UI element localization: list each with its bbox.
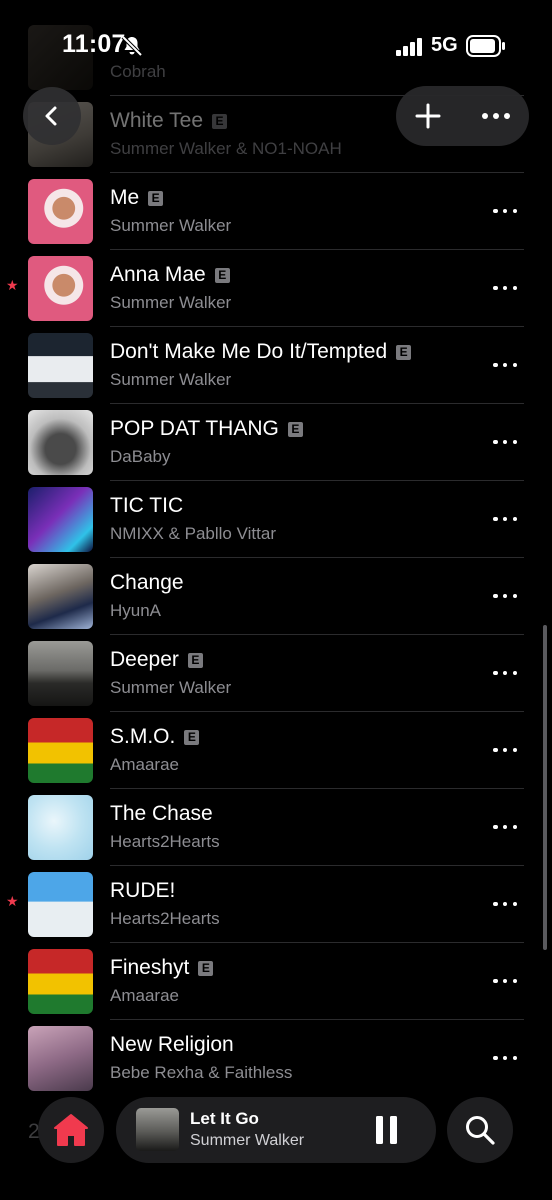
search-button[interactable] [447, 1097, 513, 1163]
album-art [28, 949, 93, 1014]
song-more-button[interactable] [493, 817, 517, 837]
ellipsis-icon [482, 113, 510, 119]
song-row[interactable]: The Chase Hearts2Hearts [0, 789, 552, 866]
battery-icon [466, 35, 505, 57]
cellular-signal-icon [396, 38, 424, 56]
song-more-button[interactable] [493, 432, 517, 452]
song-artist: Summer Walker [110, 216, 232, 235]
explicit-badge: E [148, 190, 164, 206]
song-title: RUDE! [110, 879, 176, 902]
now-playing-artist: Summer Walker [190, 1132, 305, 1149]
song-more-button[interactable] [493, 894, 517, 914]
song-title: Me [110, 186, 140, 209]
song-artist: HyunA [110, 601, 162, 620]
favorite-star-icon: ★ [6, 277, 19, 293]
chevron-left-icon [45, 106, 57, 126]
song-artist: DaBaby [110, 447, 171, 466]
song-more-button[interactable] [493, 663, 517, 683]
song-title: TIC TIC [110, 494, 184, 517]
header-action-pill [396, 86, 529, 146]
song-title: S.M.O. [110, 725, 176, 748]
song-row[interactable]: Change HyunA [0, 558, 552, 635]
song-row[interactable]: ★ Anna Mae E Summer Walker [0, 250, 552, 327]
song-row[interactable]: ★ RUDE! Hearts2Hearts [0, 866, 552, 943]
album-art [28, 564, 93, 629]
pause-button[interactable] [376, 1116, 398, 1144]
network-type: 5G [431, 34, 458, 56]
album-art [28, 333, 93, 398]
mini-player[interactable]: Let It Go Summer Walker [116, 1097, 436, 1163]
explicit-badge: E [212, 113, 227, 129]
add-button[interactable] [408, 96, 448, 136]
song-title: Don't Make Me Do It/Tempted [110, 340, 388, 363]
song-row[interactable]: POP DAT THANG E DaBaby [0, 404, 552, 481]
song-artist: Hearts2Hearts [110, 832, 220, 851]
album-art [28, 795, 93, 860]
song-title: Fineshyt [110, 956, 190, 979]
song-more-button[interactable] [493, 355, 517, 375]
song-artist: Summer Walker & NO1-NOAH [110, 139, 342, 158]
song-artist: Bebe Rexha & Faithless [110, 1063, 293, 1082]
song-more-button[interactable] [493, 201, 517, 221]
home-button[interactable] [38, 1097, 104, 1163]
now-playing-title: Let It Go [190, 1109, 259, 1128]
favorite-star-icon: ★ [6, 893, 19, 909]
song-more-button[interactable] [493, 971, 517, 991]
song-title: The Chase [110, 802, 213, 825]
back-button[interactable] [23, 87, 81, 145]
song-artist: Summer Walker [110, 370, 232, 389]
song-row[interactable]: Don't Make Me Do It/Tempted E Summer Walk… [0, 327, 552, 404]
explicit-badge: E [287, 421, 303, 437]
explicit-badge: E [214, 267, 230, 283]
explicit-badge: E [184, 729, 200, 745]
song-more-button[interactable] [493, 586, 517, 606]
song-artist: Amaarae [110, 986, 179, 1005]
explicit-badge: E [396, 344, 412, 360]
status-time: 11:07 [62, 30, 126, 58]
album-art [28, 872, 93, 937]
song-title: Anna Mae [110, 263, 206, 286]
album-art [28, 487, 93, 552]
scrollbar[interactable] [543, 625, 547, 950]
song-artist: NMIXX & Pabllo Vittar [110, 524, 276, 543]
song-artist: Summer Walker [110, 678, 232, 697]
song-row[interactable]: New Religion Bebe Rexha & Faithless [0, 1020, 552, 1097]
song-more-button[interactable] [493, 509, 517, 529]
song-row[interactable]: Deeper E Summer Walker [0, 635, 552, 712]
now-playing-art [136, 1108, 179, 1151]
song-title: White Tee [110, 109, 203, 132]
song-more-button[interactable] [493, 1048, 517, 1068]
album-art [28, 1026, 93, 1091]
song-row[interactable]: Me E Summer Walker [0, 173, 552, 250]
song-artist: Summer Walker [110, 293, 232, 312]
status-bar: 11:07 5G [0, 0, 552, 90]
album-art [28, 718, 93, 783]
song-title: New Religion [110, 1033, 234, 1056]
pause-icon [376, 1116, 383, 1144]
song-artist: Amaarae [110, 755, 179, 774]
search-icon [466, 1116, 495, 1145]
more-options-button[interactable] [476, 96, 516, 136]
song-more-button[interactable] [493, 740, 517, 760]
bell-muted-icon [121, 35, 143, 57]
song-row[interactable]: TIC TIC NMIXX & Pabllo Vittar [0, 481, 552, 558]
song-more-button[interactable] [493, 278, 517, 298]
explicit-badge: E [198, 960, 214, 976]
song-title: Deeper [110, 648, 179, 671]
song-row[interactable]: Fineshyt E Amaarae [0, 943, 552, 1020]
song-title: Change [110, 571, 184, 594]
album-art [28, 179, 93, 244]
album-art [28, 256, 93, 321]
plus-icon [415, 103, 441, 129]
song-artist: Hearts2Hearts [110, 909, 220, 928]
explicit-badge: E [187, 652, 203, 668]
album-art [28, 641, 93, 706]
song-title: POP DAT THANG [110, 417, 279, 440]
album-art [28, 410, 93, 475]
song-row[interactable]: S.M.O. E Amaarae [0, 712, 552, 789]
home-icon [54, 1114, 88, 1146]
